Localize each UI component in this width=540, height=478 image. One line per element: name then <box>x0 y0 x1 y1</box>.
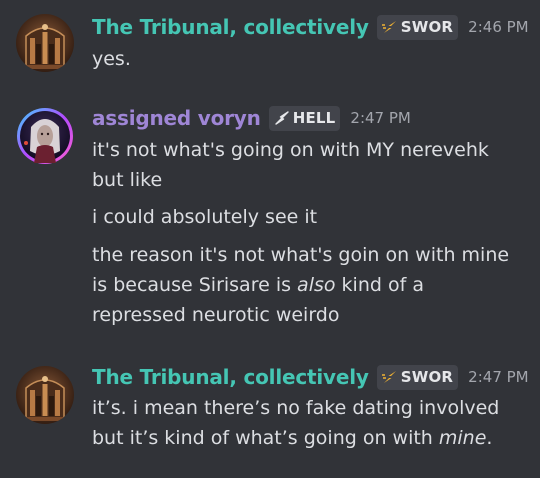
chat-log: The Tribunal, collectively SWOR 2:46 PM … <box>0 0 540 478</box>
timestamp[interactable]: 2:47 PM <box>350 109 410 127</box>
server-tag[interactable]: HELL <box>268 105 341 131</box>
server-tag-label: HELL <box>292 109 336 127</box>
message-text: repressed neurotic weirdo <box>92 304 340 326</box>
message-header: The Tribunal, collectively SWOR 2:46 PM <box>92 12 529 42</box>
message-text-segment: . <box>486 427 493 449</box>
shrine-avatar-icon[interactable] <box>16 14 74 72</box>
message-text: i could absolutely see it <box>92 206 318 228</box>
message-text: the reason it's not what's goin on with … <box>92 244 510 266</box>
message-text: it’s. i mean there’s no fake dating invo… <box>92 397 500 419</box>
shrine-avatar-icon[interactable] <box>16 366 74 424</box>
message-text-segment: kind of a <box>335 274 424 296</box>
server-tag[interactable]: SWOR <box>376 364 459 390</box>
message-header: The Tribunal, collectively SWOR 2:47 PM <box>92 362 529 392</box>
message-header: assigned voryn HELL 2:47 PM <box>92 103 411 133</box>
lightning-icon <box>381 371 396 383</box>
server-tag-label: SWOR <box>400 368 454 386</box>
message-text: it's not what's going on with MY nereveh… <box>92 139 489 161</box>
message-text-segment: is because Sirisare is <box>92 274 298 296</box>
timestamp[interactable]: 2:46 PM <box>468 18 528 36</box>
username[interactable]: The Tribunal, collectively <box>92 365 369 389</box>
server-tag[interactable]: SWOR <box>376 14 459 40</box>
message-text: but it’s kind of what’s going on with mi… <box>92 423 520 453</box>
message-text: is because Sirisare is also kind of a <box>92 270 520 300</box>
message-text-italic: also <box>297 274 336 296</box>
message-text: yes. <box>92 48 131 70</box>
username[interactable]: assigned voryn <box>92 106 261 130</box>
server-tag-label: SWOR <box>400 18 454 36</box>
message-text: but like <box>92 169 163 191</box>
username[interactable]: The Tribunal, collectively <box>92 15 369 39</box>
character-portrait-avatar-icon[interactable] <box>16 107 74 165</box>
lightning-icon <box>381 21 396 33</box>
message-text-italic: mine <box>438 427 487 449</box>
lightning-outline-icon <box>274 111 289 125</box>
message-text-segment: but it’s kind of what’s going on with <box>92 427 439 449</box>
timestamp[interactable]: 2:47 PM <box>468 368 528 386</box>
